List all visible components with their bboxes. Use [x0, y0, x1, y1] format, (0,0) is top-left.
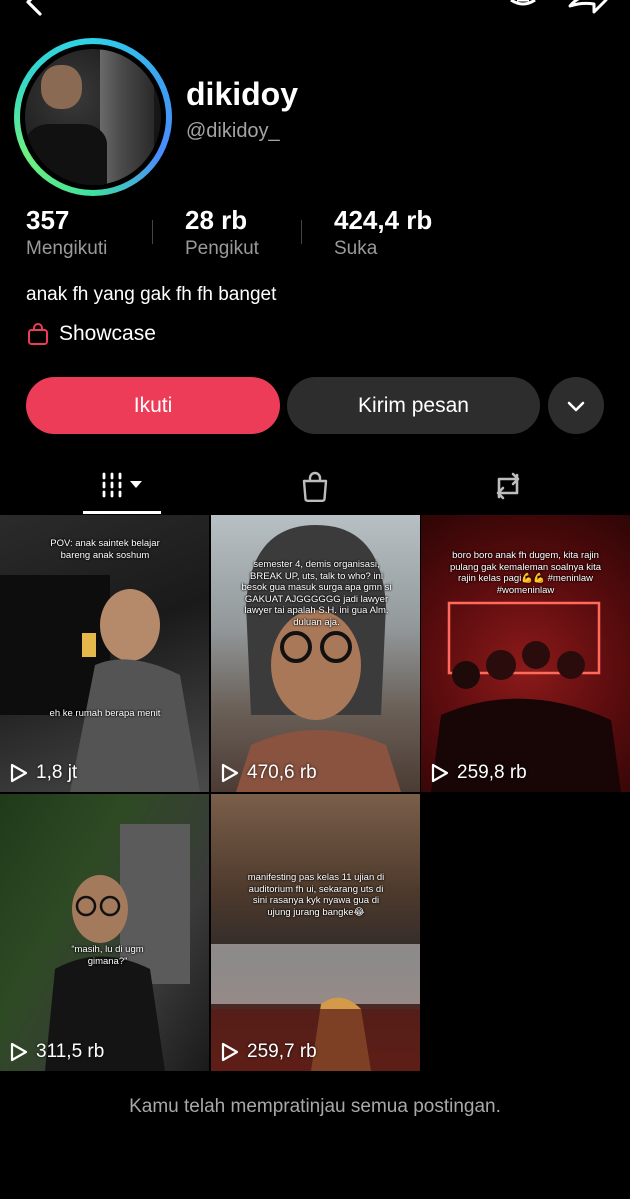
- stat-followers-label: Pengikut: [185, 238, 259, 259]
- tab-shop[interactable]: [285, 458, 345, 514]
- tab-repost[interactable]: [478, 458, 538, 514]
- video-caption-secondary: eh ke rumah berapa menit: [49, 708, 161, 719]
- video-caption: boro boro anak fh dugem, kita rajin pula…: [449, 550, 602, 596]
- stat-following-value: 357: [26, 205, 70, 235]
- stat-followers-value: 28 rb: [185, 205, 248, 235]
- view-count: 259,8 rb: [431, 762, 527, 784]
- back-arrow-icon[interactable]: [20, 0, 46, 20]
- avatar-photo: [25, 49, 161, 185]
- stat-following[interactable]: 357 Mengikuti: [26, 205, 107, 260]
- repost-icon: [496, 472, 520, 500]
- view-count-value: 311,5 rb: [36, 1041, 105, 1062]
- play-icon: [431, 763, 449, 783]
- video-preview-image: [211, 944, 420, 1071]
- view-count: 259,7 rb: [221, 1041, 317, 1063]
- view-count-value: 259,7 rb: [247, 1041, 317, 1062]
- send-message-label: Kirim pesan: [358, 393, 469, 417]
- play-icon: [221, 1042, 239, 1062]
- video-thumbnail[interactable]: “masih, lu di ugm gimana?” 311,5 rb: [0, 794, 209, 1071]
- stat-divider: [152, 220, 153, 244]
- play-icon: [10, 1042, 28, 1062]
- stat-likes-value: 424,4 rb: [334, 205, 433, 235]
- username: @dikidoy_: [186, 120, 280, 142]
- stat-following-label: Mengikuti: [26, 238, 108, 259]
- play-icon: [221, 763, 239, 783]
- video-thumbnail[interactable]: boro boro anak fh dugem, kita rajin pula…: [421, 515, 630, 792]
- tab-videos[interactable]: [83, 458, 161, 514]
- video-caption: POV: anak saintek belajar bareng anak so…: [50, 538, 160, 561]
- view-count-value: 1,8 jt: [36, 762, 78, 783]
- video-caption: semester 4, demis organisasi, BREAK UP, …: [241, 559, 392, 628]
- view-count: 470,6 rb: [221, 762, 317, 784]
- stat-likes-label: Suka: [334, 238, 378, 259]
- stat-divider: [301, 220, 302, 244]
- send-message-button[interactable]: Kirim pesan: [287, 377, 540, 434]
- display-name: dikidoy: [186, 76, 299, 112]
- profile-tabs: [0, 458, 630, 514]
- video-preview-image: [45, 824, 190, 1071]
- chevron-down-icon: [567, 401, 585, 411]
- avatar[interactable]: [14, 38, 172, 196]
- shopping-bag-icon: [302, 471, 328, 502]
- video-caption: “masih, lu di ugm gimana?”: [71, 944, 144, 967]
- end-of-posts-note: Kamu telah mempratinjau semua postingan.: [129, 1096, 501, 1117]
- showcase-link[interactable]: Showcase: [26, 322, 156, 346]
- shopping-bag-icon: [28, 323, 48, 345]
- follow-button[interactable]: Ikuti: [26, 377, 280, 434]
- play-icon: [10, 763, 28, 783]
- top-bar: [0, 0, 630, 22]
- follow-button-label: Ikuti: [133, 393, 173, 417]
- video-caption: manifesting pas kelas 11 ujian di audito…: [247, 872, 385, 918]
- view-count: 1,8 jt: [10, 762, 77, 784]
- bell-icon[interactable]: [505, 0, 541, 20]
- stat-followers[interactable]: 28 rb Pengikut: [185, 205, 259, 260]
- share-icon[interactable]: [566, 0, 608, 20]
- video-thumbnail[interactable]: POV: anak saintek belajar bareng anak so…: [0, 515, 209, 792]
- video-thumbnail[interactable]: semester 4, demis organisasi, BREAK UP, …: [211, 515, 420, 792]
- video-preview-image: [236, 525, 401, 792]
- bio-text: anak fh yang gak fh fh banget: [26, 284, 277, 305]
- video-thumbnail[interactable]: manifesting pas kelas 11 ujian di audito…: [211, 794, 420, 1071]
- grid-icon: [102, 472, 142, 497]
- view-count: 311,5 rb: [10, 1041, 104, 1063]
- more-options-button[interactable]: [548, 377, 604, 434]
- stat-likes[interactable]: 424,4 rb Suka: [334, 205, 432, 260]
- view-count-value: 259,8 rb: [457, 762, 527, 783]
- view-count-value: 470,6 rb: [247, 762, 317, 783]
- showcase-label: Showcase: [59, 322, 156, 345]
